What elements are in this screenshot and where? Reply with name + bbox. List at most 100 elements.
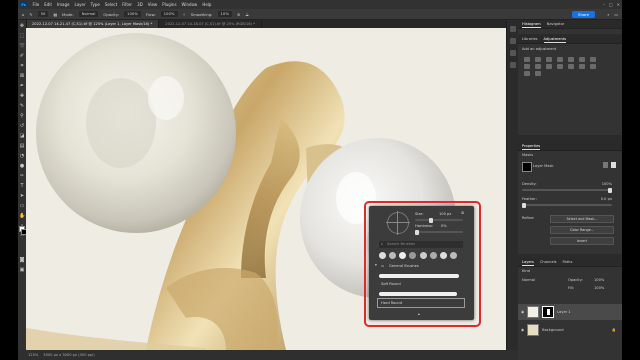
eraser-tool-icon[interactable]: ◪ xyxy=(19,133,25,139)
info-icon[interactable] xyxy=(510,38,516,44)
healing-tool-icon[interactable]: ✚ xyxy=(19,93,25,99)
soft-round-stroke-preview[interactable] xyxy=(379,274,459,278)
menu-3d[interactable]: 3D xyxy=(135,0,146,9)
brightness-contrast-icon[interactable] xyxy=(524,57,530,62)
recent-tip-4[interactable] xyxy=(409,252,417,259)
brushes-icon[interactable] xyxy=(510,62,516,68)
eye-icon[interactable]: ◉ xyxy=(521,328,524,332)
feather-slider[interactable] xyxy=(522,202,612,208)
brush-size-value[interactable]: 100 px xyxy=(439,212,451,216)
posterize-icon[interactable] xyxy=(579,64,585,69)
move-tool-icon[interactable]: ✥ xyxy=(19,23,25,29)
brush-tool-icon[interactable]: ✎ xyxy=(29,9,32,20)
eyedropper-tool-icon[interactable]: ✒ xyxy=(19,83,25,89)
brush-size-slider[interactable] xyxy=(415,217,463,223)
swatches-icon[interactable] xyxy=(510,50,516,56)
brush-size-field[interactable]: 50 xyxy=(37,11,49,17)
tab-properties[interactable]: Properties xyxy=(522,142,541,150)
brush-group-label[interactable]: General Brushes xyxy=(389,264,419,268)
history-brush-tool-icon[interactable]: ↺ xyxy=(19,123,25,129)
tab-paths[interactable]: Paths xyxy=(563,258,573,266)
vector-mask-icon[interactable] xyxy=(603,162,608,168)
density-value[interactable]: 100% xyxy=(602,182,612,186)
layer-filter-kind[interactable]: Kind xyxy=(522,269,530,273)
feather-slider-knob[interactable] xyxy=(522,202,526,208)
path-select-tool-icon[interactable]: ➤ xyxy=(19,193,25,199)
recent-tip-6[interactable] xyxy=(429,252,437,259)
mode-select[interactable]: Normal xyxy=(78,11,99,17)
brush-hardness-slider[interactable] xyxy=(415,229,463,235)
color-range-button[interactable]: Color Range... xyxy=(550,226,614,234)
menu-filter[interactable]: Filter xyxy=(120,0,135,9)
frame-tool-icon[interactable]: ⊠ xyxy=(19,73,25,79)
recent-tip-2[interactable] xyxy=(389,252,397,259)
history-icon[interactable] xyxy=(510,26,516,32)
levels-icon[interactable] xyxy=(535,57,541,62)
dodge-tool-icon[interactable]: ● xyxy=(19,163,25,169)
tab-layers[interactable]: Layers xyxy=(522,258,534,266)
quick-select-tool-icon[interactable]: ✐ xyxy=(19,53,25,59)
lasso-tool-icon[interactable]: ➰ xyxy=(19,43,25,49)
chevron-down-icon[interactable]: ▾ xyxy=(375,263,377,267)
type-tool-icon[interactable]: T xyxy=(19,183,25,189)
photo-filter-icon[interactable] xyxy=(535,64,541,69)
pen-tool-icon[interactable]: ✑ xyxy=(19,173,25,179)
recent-tip-3[interactable] xyxy=(399,252,407,259)
tab-navigator[interactable]: Navigator xyxy=(547,20,565,28)
brush-soft-round[interactable]: Soft Round xyxy=(381,282,401,286)
brush-hard-round-selected[interactable]: Hard Round xyxy=(377,298,465,308)
feather-value[interactable]: 0.0 px xyxy=(601,197,612,201)
minimize-button[interactable]: – xyxy=(603,0,605,9)
curves-icon[interactable] xyxy=(546,57,552,62)
blend-mode-select[interactable]: Normal xyxy=(522,278,535,282)
layer-mask-thumbnail[interactable] xyxy=(542,306,555,318)
density-slider[interactable] xyxy=(522,187,612,193)
hard-round-stroke-preview[interactable] xyxy=(379,292,457,296)
airbrush-icon[interactable]: ✧ xyxy=(183,9,186,20)
black-white-icon[interactable] xyxy=(524,64,530,69)
maximize-button[interactable]: □ xyxy=(609,0,613,9)
quick-mask-icon[interactable]: ◙ xyxy=(19,257,25,263)
brush-angle-preview[interactable] xyxy=(386,211,410,235)
marquee-tool-icon[interactable]: ⬚ xyxy=(19,33,25,39)
tab-channels[interactable]: Channels xyxy=(540,258,557,266)
vibrance-icon[interactable] xyxy=(568,57,574,62)
invert-button[interactable]: Invert xyxy=(550,237,614,245)
hue-saturation-icon[interactable] xyxy=(579,57,585,62)
tab-libraries[interactable]: Libraries xyxy=(522,35,538,43)
density-slider-knob[interactable] xyxy=(608,187,612,193)
layer-row-background[interactable]: ◉ Background 🔒 xyxy=(518,322,622,338)
select-and-mask-button[interactable]: Select and Mask... xyxy=(550,215,614,223)
recent-tip-1[interactable] xyxy=(379,252,386,259)
brush-settings-icon[interactable]: ▦ xyxy=(53,9,57,20)
smoothing-field[interactable]: 10% xyxy=(217,11,232,17)
menu-plugins[interactable]: Plugins xyxy=(160,0,179,9)
color-balance-icon[interactable] xyxy=(590,57,596,62)
exposure-icon[interactable] xyxy=(557,57,563,62)
blur-tool-icon[interactable]: ◔ xyxy=(19,153,25,159)
gradient-tool-icon[interactable]: ▤ xyxy=(19,143,25,149)
brush-hardness-value[interactable]: 0% xyxy=(441,224,447,228)
gradient-map-icon[interactable] xyxy=(524,71,530,76)
hand-tool-icon[interactable]: ✋ xyxy=(19,213,25,219)
color-lookup-icon[interactable] xyxy=(557,64,563,69)
menu-layer[interactable]: Layer xyxy=(72,0,88,9)
brush-tool-icon[interactable]: ✎ xyxy=(19,103,25,109)
tab-adjustments[interactable]: Adjustments xyxy=(543,35,567,43)
layer-row-layer1[interactable]: ◉ Layer 1 xyxy=(518,304,622,320)
layer-fill-value[interactable]: 100% xyxy=(594,286,604,290)
recent-tip-5[interactable] xyxy=(419,252,427,259)
brush-search-field[interactable]: ⌕ Search Brushes xyxy=(379,241,463,248)
close-button[interactable]: ✕ xyxy=(617,0,620,9)
screen-mode-icon[interactable]: ▣ xyxy=(19,267,25,273)
symmetry-icon[interactable]: ⟁ xyxy=(245,9,248,20)
doc-tab-second[interactable]: 2022-12-07 14-18-07 (C,S1).tif @ 25% (RG… xyxy=(159,20,262,28)
brush-settings-gear-icon[interactable]: ⚙ xyxy=(461,211,464,215)
invert-adjust-icon[interactable] xyxy=(568,64,574,69)
menu-type[interactable]: Type xyxy=(88,0,102,9)
zoom-readout[interactable]: 125% xyxy=(28,350,38,360)
layer-opacity-value[interactable]: 100% xyxy=(594,278,604,282)
recent-tip-7[interactable] xyxy=(439,252,447,259)
opacity-field[interactable]: 100% xyxy=(124,11,141,17)
home-icon[interactable]: ⌂ xyxy=(22,9,24,20)
